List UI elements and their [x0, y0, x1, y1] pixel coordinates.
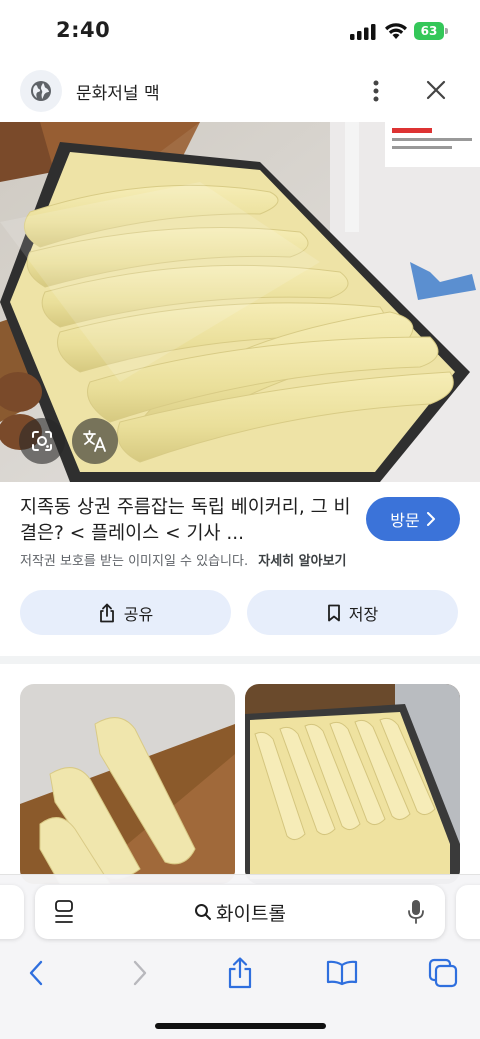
forward-icon — [133, 960, 147, 986]
lens-icon — [32, 431, 52, 451]
more-vertical-icon — [373, 80, 379, 102]
share-button[interactable]: 공유 — [20, 590, 231, 635]
visit-label: 방문 — [390, 511, 420, 530]
browser-toolbar: 화이트롤 — [0, 874, 480, 1039]
result-title[interactable]: 지족동 상권 주름잡는 독립 베이커리, 그 비결은? < 플레이스 < 기사 … — [20, 495, 360, 547]
previous-tab-preview[interactable] — [0, 885, 24, 939]
bookmark-icon — [327, 604, 340, 621]
battery-tip — [445, 28, 448, 34]
tabs-icon — [428, 958, 458, 988]
address-bar[interactable]: 화이트롤 — [35, 885, 445, 939]
translate-icon — [83, 430, 106, 452]
search-query: 화이트롤 — [216, 902, 286, 925]
wifi-icon — [385, 23, 407, 39]
bookmarks-button[interactable] — [324, 955, 360, 991]
translate-button[interactable] — [72, 418, 118, 464]
visit-button[interactable]: 방문 — [366, 497, 460, 541]
back-button[interactable] — [18, 955, 54, 991]
tabs-button[interactable] — [425, 955, 461, 991]
share-nav-icon — [228, 957, 252, 989]
save-label: 저장 — [348, 604, 379, 624]
battery-indicator: 63 — [414, 22, 448, 40]
share-page-button[interactable] — [222, 955, 258, 991]
lens-search-button[interactable] — [19, 418, 65, 464]
copyright-notice: 저작권 보호를 받는 이미지일 수 있습니다. 자세히 알아보기 — [20, 550, 347, 569]
related-image[interactable] — [245, 684, 460, 884]
home-indicator — [155, 1023, 326, 1029]
mic-icon[interactable] — [407, 899, 425, 925]
viewer-header: 문화저널 맥 — [0, 62, 480, 120]
share-label: 공유 — [123, 604, 154, 624]
close-icon — [426, 80, 446, 100]
section-divider — [0, 656, 480, 664]
globe-icon — [20, 70, 62, 112]
main-image[interactable] — [0, 122, 480, 482]
learn-more-link[interactable]: 자세히 알아보기 — [258, 554, 346, 569]
next-tab-preview[interactable] — [456, 885, 480, 939]
book-icon — [326, 960, 358, 986]
chevron-right-icon — [426, 512, 435, 526]
battery-level: 63 — [420, 24, 438, 38]
status-bar: 2:40 63 — [0, 0, 480, 62]
cellular-signal-icon — [350, 24, 376, 40]
more-options-button[interactable] — [364, 74, 388, 108]
copyright-text: 저작권 보호를 받는 이미지일 수 있습니다. — [20, 554, 249, 569]
status-time: 2:40 — [56, 18, 111, 42]
close-button[interactable] — [420, 74, 452, 106]
site-name[interactable]: 문화저널 맥 — [76, 79, 160, 104]
related-image[interactable] — [20, 684, 235, 884]
search-icon — [195, 904, 212, 920]
save-button[interactable]: 저장 — [247, 590, 458, 635]
share-icon — [99, 603, 114, 622]
forward-button[interactable] — [122, 955, 158, 991]
back-icon — [29, 960, 43, 986]
search-query-wrap: 화이트롤 — [35, 885, 445, 939]
